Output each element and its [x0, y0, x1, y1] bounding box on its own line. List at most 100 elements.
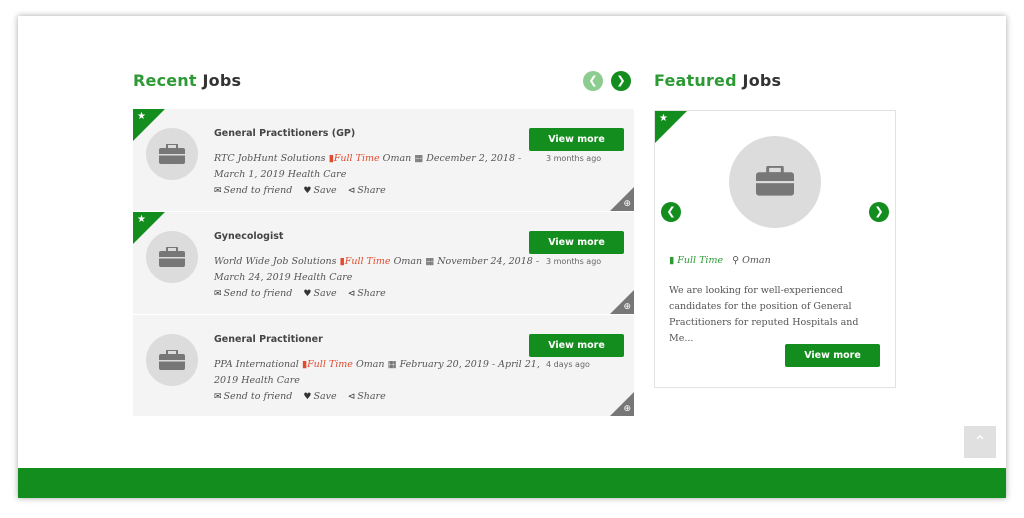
heart-icon: ♥ — [303, 186, 312, 196]
posted-time: 4 days ago — [546, 360, 590, 369]
save-label: Save — [313, 391, 337, 402]
calendar-icon: ▦ — [414, 153, 424, 164]
job-meta: PPA International ▮Full Time Oman ▦ Febr… — [214, 357, 544, 389]
send-label: Send to friend — [223, 288, 293, 299]
company-logo — [146, 334, 198, 386]
job-type: Full Time — [307, 359, 353, 370]
bookmark-icon: ▮ — [669, 255, 675, 266]
envelope-icon: ✉ — [214, 392, 222, 402]
heart-icon: ♥ — [303, 289, 312, 299]
briefcase-icon — [159, 350, 185, 370]
posted-time: 3 months ago — [546, 154, 602, 163]
featured-description: We are looking for well-experienced cand… — [669, 285, 859, 344]
view-more-button[interactable]: View more — [529, 128, 624, 151]
company-name: World Wide Job Solutions — [214, 256, 337, 267]
company-logo — [146, 231, 198, 283]
job-actions: ✉ Send to friend ♥ Save ⊲ Share — [214, 185, 394, 196]
featured-job-type: Full Time — [677, 255, 724, 266]
calendar-icon: ▦ — [425, 256, 435, 267]
share-link[interactable]: ⊲ Share — [348, 288, 386, 299]
featured-next-button[interactable]: ❯ — [869, 202, 889, 222]
zoom-icon[interactable]: ⊕ — [623, 404, 631, 414]
star-icon: ★ — [137, 214, 146, 225]
job-actions: ✉ Send to friend ♥ Save ⊲ Share — [214, 391, 394, 402]
featured-job-card: ★ ❮ ❯ ▮ Full Time ⚲ Oman We are looking … — [654, 110, 896, 388]
featured-prev-button[interactable]: ❮ — [661, 202, 681, 222]
send-label: Send to friend — [223, 185, 293, 196]
job-category: Health Care — [241, 375, 300, 386]
featured-location: Oman — [742, 255, 771, 266]
job-card: General Practitioner PPA International ▮… — [133, 315, 634, 416]
envelope-icon: ✉ — [214, 186, 222, 196]
send-to-friend-link[interactable]: ✉ Send to friend — [214, 391, 292, 402]
job-meta: World Wide Job Solutions ▮Full Time Oman… — [214, 254, 544, 286]
share-label: Share — [357, 391, 386, 402]
share-icon: ⊲ — [347, 186, 356, 196]
chevron-right-icon: ❯ — [616, 74, 626, 87]
job-title[interactable]: Gynecologist — [214, 231, 283, 242]
page-frame: Recent Jobs ❮ ❯ ★ General Practitioners … — [18, 16, 1006, 498]
share-label: Share — [357, 288, 386, 299]
company-logo — [729, 136, 821, 228]
recent-jobs-title: Recent Jobs — [133, 71, 241, 90]
view-more-button[interactable]: View more — [529, 334, 624, 357]
company-name: RTC JobHunt Solutions — [214, 153, 326, 164]
chevron-left-icon: ❮ — [666, 205, 676, 218]
recent-title-accent: Recent — [133, 71, 197, 90]
briefcase-icon — [159, 144, 185, 164]
zoom-icon[interactable]: ⊕ — [623, 302, 631, 312]
share-link[interactable]: ⊲ Share — [348, 185, 386, 196]
save-link[interactable]: ♥ Save — [303, 288, 336, 299]
save-link[interactable]: ♥ Save — [303, 391, 336, 402]
share-icon: ⊲ — [347, 392, 356, 402]
chevron-left-icon: ❮ — [588, 74, 598, 87]
job-title[interactable]: General Practitioners (GP) — [214, 128, 355, 139]
job-meta: RTC JobHunt Solutions ▮Full Time Oman ▦ … — [214, 151, 544, 183]
job-category: Health Care — [293, 272, 353, 283]
job-type: Full Time — [333, 153, 380, 164]
job-category: Health Care — [287, 169, 347, 180]
job-location: Oman — [382, 153, 412, 164]
chevron-right-icon: ❯ — [874, 205, 884, 218]
footer-bar — [18, 468, 1006, 498]
job-card: ★ General Practitioners (GP) RTC JobHunt… — [133, 109, 634, 211]
briefcase-icon — [159, 247, 185, 267]
briefcase-icon — [756, 166, 794, 196]
chevron-up-icon: ⌃ — [973, 432, 987, 451]
featured-title-accent: Featured — [654, 71, 737, 90]
send-to-friend-link[interactable]: ✉ Send to friend — [214, 288, 292, 299]
featured-title-rest: Jobs — [742, 71, 782, 90]
calendar-icon: ▦ — [387, 359, 397, 370]
company-logo — [146, 128, 198, 180]
job-location: Oman — [355, 359, 385, 370]
recent-title-rest: Jobs — [202, 71, 242, 90]
job-type: Full Time — [344, 256, 391, 267]
featured-jobs-title: Featured Jobs — [654, 71, 781, 90]
recent-prev-button[interactable]: ❮ — [583, 71, 603, 91]
job-actions: ✉ Send to friend ♥ Save ⊲ Share — [214, 288, 394, 299]
recent-next-button[interactable]: ❯ — [611, 71, 631, 91]
save-label: Save — [313, 185, 337, 196]
share-link[interactable]: ⊲ Share — [348, 391, 386, 402]
featured-view-more-button[interactable]: View more — [785, 344, 880, 367]
send-to-friend-link[interactable]: ✉ Send to friend — [214, 185, 292, 196]
send-label: Send to friend — [223, 391, 293, 402]
job-location: Oman — [393, 256, 423, 267]
heart-icon: ♥ — [303, 392, 312, 402]
zoom-icon[interactable]: ⊕ — [623, 199, 631, 209]
job-title[interactable]: General Practitioner — [214, 334, 323, 345]
share-label: Share — [357, 185, 386, 196]
scroll-to-top-button[interactable]: ⌃ — [964, 426, 996, 458]
view-more-button[interactable]: View more — [529, 231, 624, 254]
featured-meta: ▮ Full Time ⚲ Oman — [669, 255, 771, 266]
job-card: ★ Gynecologist World Wide Job Solutions … — [133, 212, 634, 314]
star-icon: ★ — [137, 111, 146, 122]
star-icon: ★ — [659, 113, 668, 124]
map-marker-icon: ⚲ — [732, 255, 740, 266]
posted-time: 3 months ago — [546, 257, 602, 266]
save-label: Save — [313, 288, 337, 299]
save-link[interactable]: ♥ Save — [303, 185, 336, 196]
share-icon: ⊲ — [347, 289, 356, 299]
envelope-icon: ✉ — [214, 289, 222, 299]
company-name: PPA International — [214, 359, 299, 370]
